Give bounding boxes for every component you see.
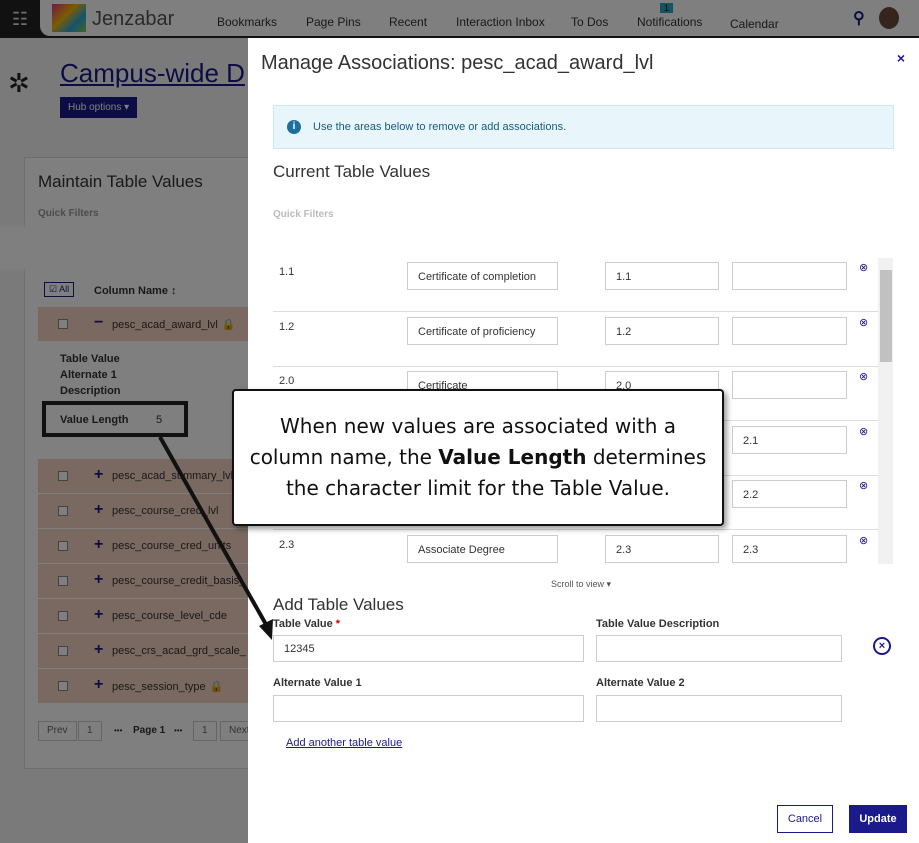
annotation-callout: When new values are associated with a co… bbox=[232, 389, 724, 526]
callout-bold: Value Length bbox=[438, 445, 587, 469]
